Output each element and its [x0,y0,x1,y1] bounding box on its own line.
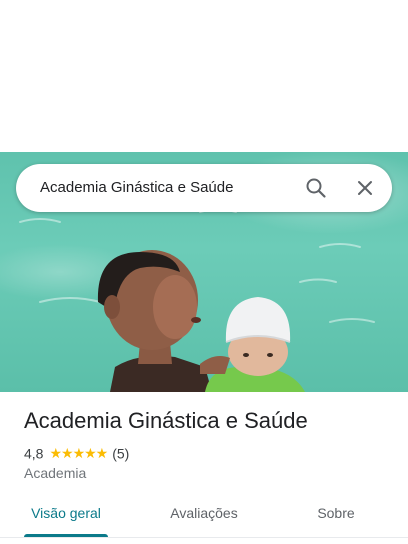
place-title: Academia Ginástica e Saúde [24,408,308,433]
rating-row[interactable]: 4,8 ★★★★★ (5) [24,444,129,462]
search-icon[interactable] [304,176,328,200]
place-category[interactable]: Academia [24,465,86,481]
search-input[interactable]: Academia Ginástica e Saúde [40,164,233,212]
star-rating-icon: ★★★★★ [49,444,108,461]
review-count[interactable]: (5) [112,445,129,461]
tab-overview[interactable]: Visão geral [24,490,108,536]
search-box[interactable]: Academia Ginástica e Saúde [16,164,392,212]
tabs-divider [0,537,408,538]
close-icon[interactable] [353,176,377,200]
tab-bar: Visão geral Avaliações Sobre [0,490,408,538]
rating-value: 4,8 [24,445,44,462]
tab-reviews[interactable]: Avaliações [150,490,258,536]
tab-about[interactable]: Sobre [300,490,372,536]
